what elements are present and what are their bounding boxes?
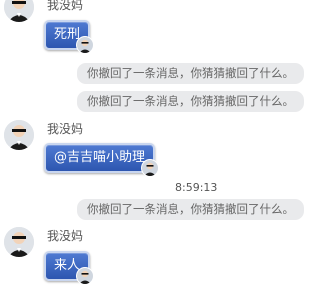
system-notice-text: 你撤回了一条消息，你猜猜撤回了什么。: [87, 202, 294, 216]
message-bubble[interactable]: 死刑: [44, 20, 95, 54]
system-notice-text: 你撤回了一条消息，你猜猜撤回了什么。: [87, 66, 294, 80]
system-notice-text: 你撤回了一条消息，你猜猜撤回了什么。: [87, 94, 294, 108]
mini-avatar-icon: [76, 36, 95, 54]
mini-avatar-icon: [141, 159, 160, 177]
system-notice: 你撤回了一条消息，你猜猜撤回了什么。: [77, 63, 304, 84]
mention-link[interactable]: @吉吉喵小助理: [54, 150, 145, 165]
person-avatar-icon: [4, 0, 34, 22]
mini-avatar-icon: [76, 267, 95, 285]
person-avatar-icon: [4, 120, 34, 150]
avatar[interactable]: [4, 227, 34, 257]
sender-name: 我没妈: [47, 229, 84, 243]
person-avatar-icon: [4, 227, 34, 257]
avatar[interactable]: [4, 0, 34, 22]
message-bubble[interactable]: 来人: [44, 251, 95, 285]
system-notice: 你撤回了一条消息，你猜猜撤回了什么。: [77, 199, 304, 220]
timestamp: 8:59:13: [175, 181, 218, 194]
system-notice: 你撤回了一条消息，你猜猜撤回了什么。: [77, 91, 304, 112]
sender-name: 我没妈: [47, 0, 84, 12]
avatar[interactable]: [4, 120, 34, 150]
sender-name: 我没妈: [47, 122, 84, 136]
message-bubble[interactable]: @吉吉喵小助理: [44, 143, 160, 177]
